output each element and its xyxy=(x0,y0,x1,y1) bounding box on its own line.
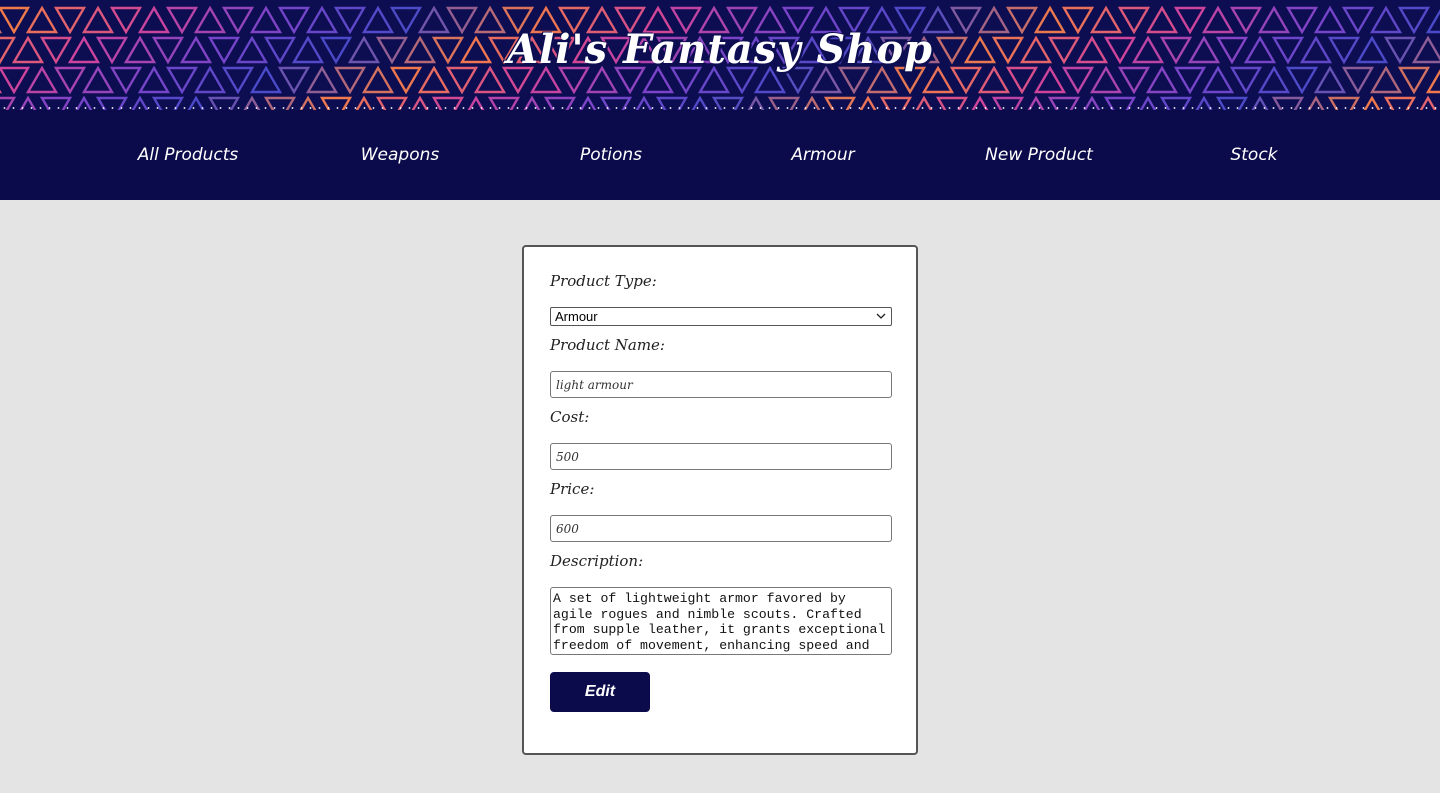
product-type-label: Product Type: xyxy=(550,272,657,290)
header-banner: Ali's Fantasy Shop xyxy=(0,0,1440,110)
product-type-select[interactable]: Armour xyxy=(550,307,892,326)
nav-armour[interactable]: Armour xyxy=(791,110,854,200)
nav-all-products[interactable]: All Products xyxy=(138,110,239,200)
cost-label: Cost: xyxy=(550,408,590,426)
main-content: Product Type: Armour Product Name: Cost:… xyxy=(0,200,1440,793)
main-nav: All Products Weapons Potions Armour New … xyxy=(0,110,1440,200)
product-name-label: Product Name: xyxy=(550,336,665,354)
nav-stock[interactable]: Stock xyxy=(1230,110,1277,200)
nav-weapons[interactable]: Weapons xyxy=(361,110,440,200)
price-input[interactable] xyxy=(550,515,892,542)
description-textarea[interactable]: A set of lightweight armor favored by ag… xyxy=(550,587,892,655)
description-label: Description: xyxy=(550,552,644,570)
nav-potions[interactable]: Potions xyxy=(580,110,642,200)
chevron-down-icon xyxy=(876,313,886,319)
price-label: Price: xyxy=(550,480,595,498)
edit-product-form: Product Type: Armour Product Name: Cost:… xyxy=(522,245,918,755)
banner-dotted-edge xyxy=(0,107,1440,109)
product-name-input[interactable] xyxy=(550,371,892,398)
cost-input[interactable] xyxy=(550,443,892,470)
product-type-selected-value: Armour xyxy=(555,309,598,324)
edit-button[interactable]: Edit xyxy=(550,672,650,712)
site-title: Ali's Fantasy Shop xyxy=(506,26,934,73)
nav-new-product[interactable]: New Product xyxy=(985,110,1093,200)
